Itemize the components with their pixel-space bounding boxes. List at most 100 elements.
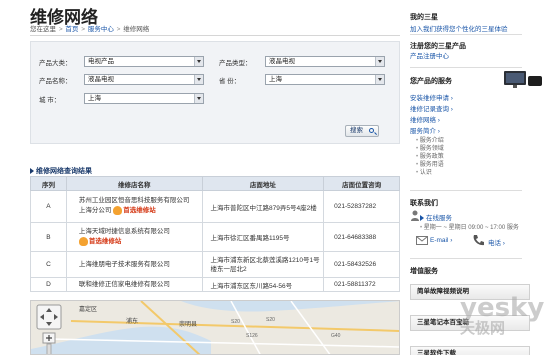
search-icon <box>369 128 374 133</box>
breadcrumb-section[interactable]: 服务中心 <box>88 26 114 33</box>
chevron-down-icon <box>194 57 203 66</box>
row-name-line1[interactable]: 苏州工业园区恒音思科技服务有限公司 <box>79 196 202 206</box>
map-label: S126 <box>246 333 258 339</box>
col-header-name: 维修店名称 <box>65 176 203 191</box>
city-label: 城 市： <box>39 97 61 104</box>
map-label: G40 <box>331 333 341 339</box>
sidebar-divider <box>410 258 522 259</box>
row-name[interactable]: 上海维朋电子技术服务有限公司 <box>65 251 203 278</box>
row-name-line1[interactable]: 上海天域时捷信息系统有限公司 <box>79 227 202 237</box>
breadcrumb-sep: > <box>58 26 63 33</box>
city-value: 上海 <box>88 95 101 102</box>
chevron-down-icon <box>194 75 203 84</box>
table-row[interactable]: D 联和维修正信家电维修有限公司 上海市浦东区东川路54-56号 021-588… <box>30 277 400 292</box>
breadcrumb-prefix: 您在这里 <box>30 26 56 33</box>
row-phone: 021-58811372 <box>323 277 400 292</box>
online-service-label: 在线服务 <box>426 215 452 222</box>
map-label: 嘉定区 <box>79 305 97 313</box>
row-seq: A <box>30 190 67 223</box>
province-value: 上海 <box>269 76 282 83</box>
breadcrumb-sep: > <box>81 26 86 33</box>
row-name-line2: 上海分公司 <box>78 207 112 215</box>
service-sub-item[interactable]: 认识 <box>416 167 432 176</box>
product-type-value: 液晶电视 <box>269 58 295 65</box>
breadcrumb-sep: > <box>116 26 121 33</box>
hand-icon <box>78 236 88 246</box>
my-samsung-link[interactable]: 加入我们获得您个性化的三星体验 <box>410 23 508 33</box>
map-label: S20 <box>266 317 275 323</box>
table-row[interactable]: C 上海维朋电子技术服务有限公司 上海市浦东新区北蔡莲溪路1210号1号楼东一层… <box>30 251 400 278</box>
search-button[interactable]: 搜索 <box>345 125 379 137</box>
row-phone: 021-58432526 <box>323 251 400 278</box>
city-select[interactable]: 上海 <box>84 93 204 104</box>
row-name: 上海天域时捷信息系统有限公司 首选维修站 <box>65 222 203 252</box>
services-title: 您产品的服务 <box>410 78 452 85</box>
sidebar-divider <box>410 190 522 191</box>
col-header-address: 店面地址 <box>201 176 325 191</box>
contact-hours: 星期一 ~ 星期日 09:00 ~ 17:00 服务 <box>420 222 519 231</box>
row-address: 上海市普陀区中江路879弄5号4座2楼 <box>201 190 325 223</box>
province-select[interactable]: 上海 <box>265 74 385 85</box>
online-service-link[interactable]: 在线服务 <box>420 212 452 222</box>
results-heading-text: 维修网络查询结果 <box>36 168 92 175</box>
phone-link[interactable]: 电话 <box>488 237 505 247</box>
service-link-repair-records[interactable]: 维修记录查询 <box>410 103 453 113</box>
table-row[interactable]: A 苏州工业园区恒音思科技服务有限公司 上海分公司 首选维修站 上海市普陀区中江… <box>30 190 400 223</box>
search-button-label: 搜索 <box>350 127 363 134</box>
breadcrumb-home[interactable]: 首页 <box>65 26 78 33</box>
product-type-select[interactable]: 液晶电视 <box>265 56 385 67</box>
row-phone: 021-52837282 <box>323 190 400 223</box>
triangle-bullet-icon <box>30 168 34 175</box>
email-link[interactable]: E-mail <box>430 237 452 244</box>
row-seq: D <box>30 277 67 292</box>
badge-label: 首选维修站 <box>88 238 122 246</box>
zoom-slider[interactable] <box>46 343 52 355</box>
triangle-bullet-icon <box>420 215 424 222</box>
product-name-value: 液晶电视 <box>88 76 114 83</box>
site-watermark: yesky 天极网 <box>460 295 544 338</box>
map-canvas: 嘉定区 浦东 崇明县 S20 S20 S126 G40 <box>31 301 399 355</box>
product-type-label: 产品类型： <box>219 60 252 67</box>
title-divider <box>30 35 400 36</box>
map-label: S20 <box>231 319 240 325</box>
breadcrumb: 您在这里 > 首页 > 服务中心 > 维修网络 <box>30 23 149 33</box>
row-address: 上海市浦东新区北蔡莲溪路1210号1号楼东一层北2 <box>201 251 325 278</box>
product-category-value: 电视产品 <box>88 58 114 65</box>
province-label: 省 份： <box>219 78 241 85</box>
results-heading: 维修网络查询结果 <box>30 166 92 176</box>
preferred-station-badge: 首选维修站 <box>113 206 156 216</box>
row-seq: C <box>30 251 67 278</box>
product-devices-image <box>504 71 542 88</box>
results-table: 序列 维修店名称 店面地址 店面位置咨询 A 苏州工业园区恒音思科技服务有限公司… <box>30 176 400 292</box>
chevron-down-icon <box>375 75 384 84</box>
contact-title: 联系我们 <box>410 200 438 207</box>
service-link-service-intro[interactable]: 服务简介 <box>410 125 440 135</box>
value-added-item[interactable]: 三星软件下载 <box>410 346 530 355</box>
chevron-down-icon <box>375 57 384 66</box>
product-name-select[interactable]: 液晶电视 <box>84 74 204 85</box>
value-added-title: 增值服务 <box>410 268 438 275</box>
badge-label: 首选维修站 <box>123 207 156 215</box>
row-name[interactable]: 联和维修正信家电维修有限公司 <box>65 277 203 292</box>
table-row[interactable]: B 上海天域时捷信息系统有限公司 首选维修站 上海市徐汇区番禺路1195号 02… <box>30 222 400 252</box>
col-header-phone: 店面位置咨询 <box>323 176 400 191</box>
service-link-install-repair[interactable]: 安装维修申请 <box>410 92 453 102</box>
product-category-label: 产品大类： <box>39 60 72 67</box>
register-link[interactable]: 产品注册中心 <box>410 50 449 60</box>
breadcrumb-current: 维修网络 <box>123 26 150 33</box>
person-icon <box>411 210 419 221</box>
product-name-label: 产品名称： <box>39 78 72 85</box>
row-address: 上海市徐汇区番禺路1195号 <box>201 222 325 252</box>
row-phone: 021-64683388 <box>323 222 400 252</box>
map-view[interactable]: 嘉定区 浦东 崇明县 S20 S20 S126 G40 <box>30 300 400 355</box>
preferred-station-badge: 首选维修站 <box>78 236 122 247</box>
map-label: 崇明县 <box>179 321 197 328</box>
product-category-select[interactable]: 电视产品 <box>84 56 204 67</box>
my-samsung-title: 我的三星 <box>410 14 438 21</box>
row-seq: B <box>30 222 67 252</box>
phone-icon <box>473 235 484 246</box>
chevron-down-icon <box>194 94 203 103</box>
row-address: 上海市浦东区东川路54-56号 <box>201 277 325 292</box>
service-link-repair-network[interactable]: 维修网络 <box>410 114 440 124</box>
sidebar-divider <box>410 34 522 35</box>
